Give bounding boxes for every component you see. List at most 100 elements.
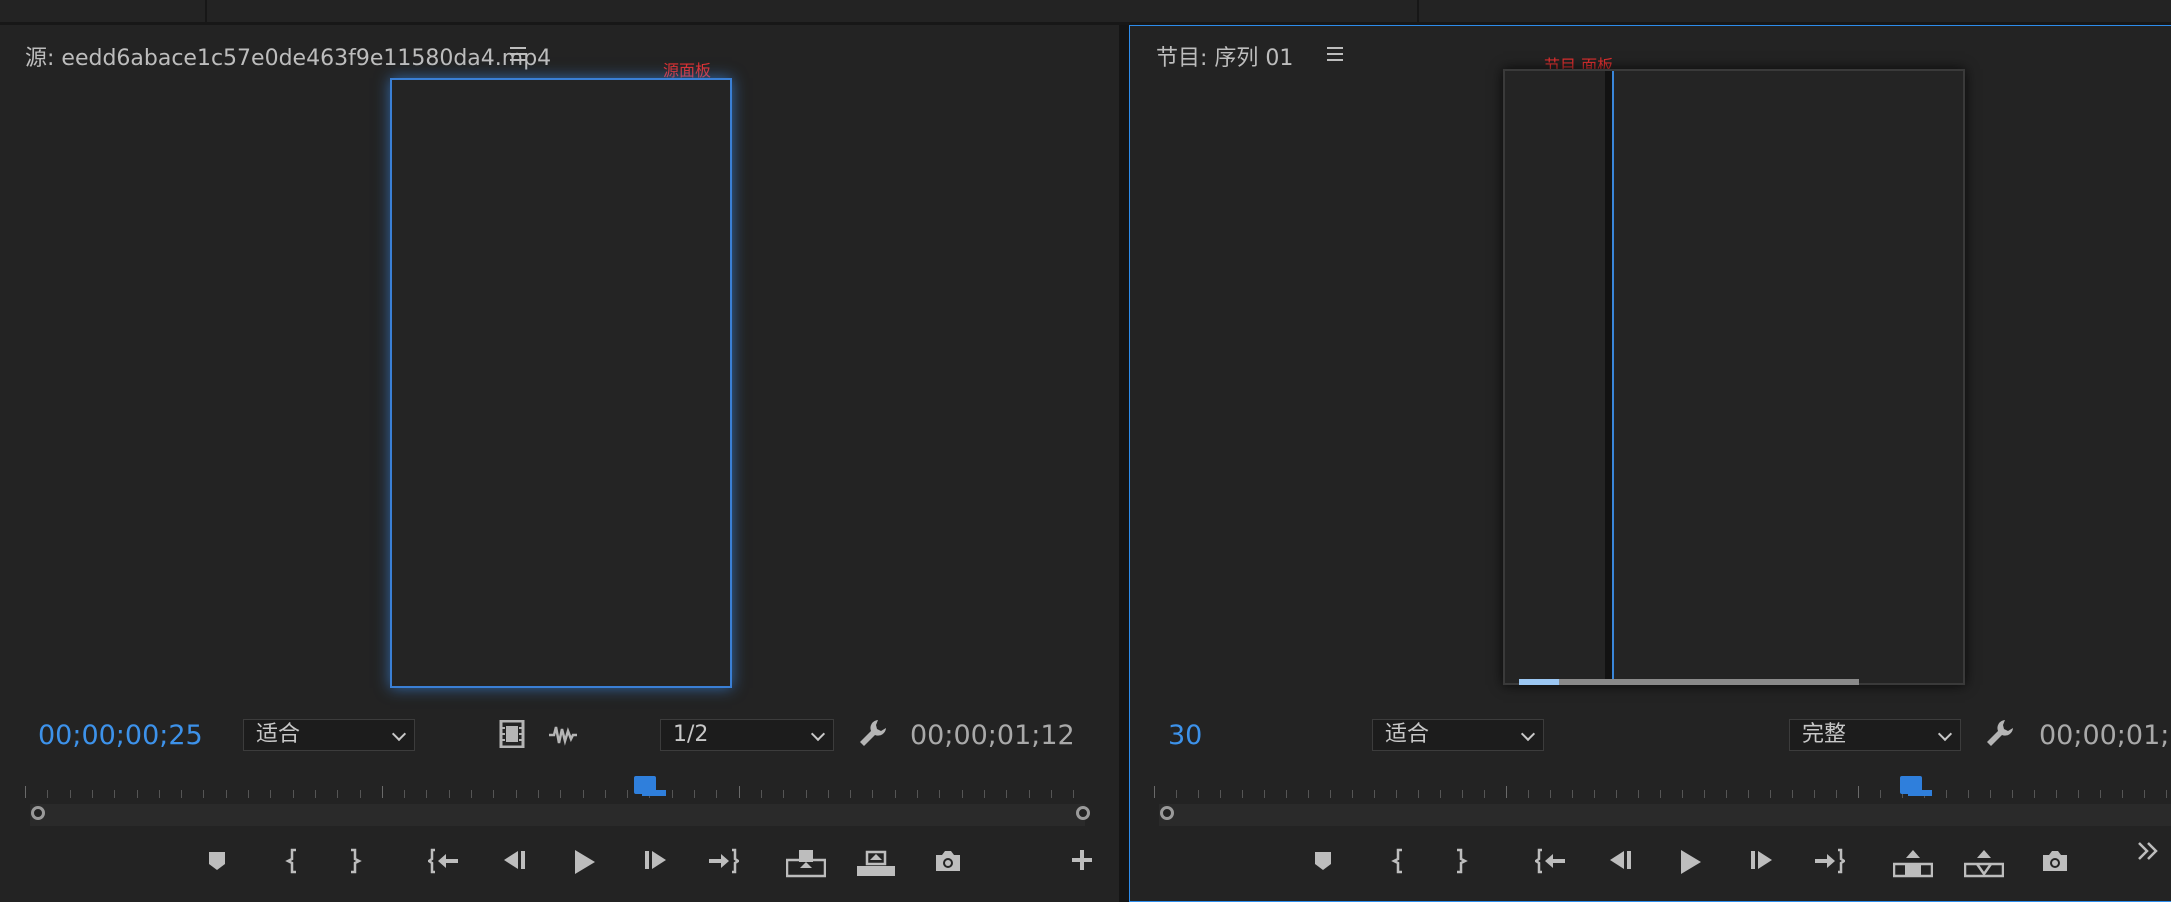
ruler-tick [471,790,472,798]
source-video-frame[interactable] [390,78,732,688]
mark-in-icon [285,848,296,874]
ruler-tick [1528,790,1529,798]
mark-out-button[interactable] [337,848,373,880]
source-duration-timecode: 00;00;01;12 [910,720,1075,751]
source-playhead[interactable] [634,776,666,796]
go-to-in-button[interactable] [426,848,462,880]
program-quality-value: 完整 [1802,722,1847,747]
ruler-tick [47,790,49,798]
ruler-tick [158,790,160,798]
ruler-tick [1462,790,1463,798]
source-current-timecode[interactable]: 00;00;00;25 [38,720,203,751]
lift-icon [1892,850,1934,878]
ruler-tick [917,790,918,798]
ruler-tick [404,790,406,798]
ruler-tick [1726,790,1727,798]
source-panel-title[interactable]: 源: eedd6abace1c57e0de463f9e11580da4.mp4 [25,40,551,72]
export-frame-button[interactable] [930,848,966,880]
ruler-tick [1660,790,1661,798]
source-resolution-dropdown[interactable]: 1/2 [660,719,834,751]
add-marker-button[interactable] [199,848,235,880]
program-scrub-bar[interactable] [1159,804,2171,826]
program-quality-dropdown[interactable]: 完整 [1789,719,1961,751]
wrench-icon[interactable] [1985,718,2015,748]
mark-in-button[interactable] [1380,848,1416,880]
ruler-tick [694,790,695,798]
go-to-out-button[interactable] [1811,848,1847,880]
add-button[interactable] [1064,848,1100,880]
audio-waveform-icon[interactable] [548,724,578,746]
panel-divider[interactable] [1119,25,1129,902]
ruler-tick [359,790,361,798]
ruler-tick [1028,790,1030,798]
program-panel-title[interactable]: 节目: 序列 01 [1156,40,1293,72]
ruler-tick [1264,790,1265,798]
overwrite-button[interactable] [856,848,896,880]
ruler-tick [1242,790,1243,798]
source-out-knob[interactable] [1076,806,1090,820]
ruler-tick [604,790,606,798]
ruler-tick [1396,790,1397,798]
ruler-tick [1418,790,1419,798]
mark-out-button[interactable] [1443,848,1479,880]
wrench-icon[interactable] [858,718,888,748]
ruler-tick [426,790,428,798]
step-back-button[interactable] [496,848,532,880]
go-to-out-button[interactable] [705,848,741,880]
ruler-tick [203,790,205,798]
play-button[interactable] [1672,848,1708,880]
extract-button[interactable] [1963,848,2005,880]
chevron-down-icon [1937,726,1953,742]
ruler-tick [270,790,272,798]
insert-button[interactable] [785,848,827,880]
step-forward-button[interactable] [1744,848,1780,880]
export-frame-button[interactable] [2037,848,2073,880]
lift-button[interactable] [1892,848,1934,880]
tab-strip-segment[interactable] [0,0,207,22]
ruler-tick [1616,790,1617,798]
ruler-tick [448,790,450,798]
program-fit-dropdown[interactable]: 适合 [1372,719,1544,751]
program-playhead[interactable] [1900,776,1932,796]
ruler-tick [983,790,985,798]
source-scrub-bar[interactable] [30,804,1085,826]
program-video-frame[interactable] [1503,69,1965,685]
film-icon[interactable] [499,720,525,748]
mark-in-button[interactable] [274,848,310,880]
add-marker-button[interactable] [1305,848,1341,880]
ruler-tick [493,790,495,798]
play-button[interactable] [566,848,602,880]
extract-icon [1963,850,2005,878]
ruler-tick [1704,790,1705,798]
ruler-tick [961,790,963,798]
menu-icon[interactable] [510,47,526,61]
program-current-timecode[interactable]: 30 [1168,720,1202,751]
step-forward-icon [1751,851,1772,869]
go-to-out-icon [1815,848,1847,874]
more-controls-button[interactable] [2130,838,2166,870]
mark-out-icon [351,848,362,874]
play-icon [575,850,595,874]
tab-strip-segment[interactable] [1357,0,1419,22]
source-in-knob[interactable] [31,806,45,820]
ruler-tick [381,786,383,798]
source-fit-dropdown[interactable]: 适合 [243,719,415,751]
ruler-tick [2012,790,2013,798]
go-to-in-button[interactable] [1533,848,1569,880]
step-forward-button[interactable] [638,848,674,880]
ruler-tick [1154,786,1155,798]
ruler-tick [1748,790,1749,798]
program-in-knob[interactable] [1160,806,1174,820]
ruler-tick [314,790,316,798]
program-time-ruler[interactable] [1154,786,2171,798]
chevron-down-icon [1520,726,1536,742]
menu-icon[interactable] [1327,47,1343,61]
ruler-tick [1990,790,1991,798]
step-back-button[interactable] [1602,848,1638,880]
ruler-tick [1858,786,1859,798]
ruler-tick [1594,790,1595,798]
source-time-ruler[interactable] [25,786,1085,798]
marker-icon [209,852,225,870]
ruler-tick [1198,790,1199,798]
chevron-down-icon [810,726,826,742]
